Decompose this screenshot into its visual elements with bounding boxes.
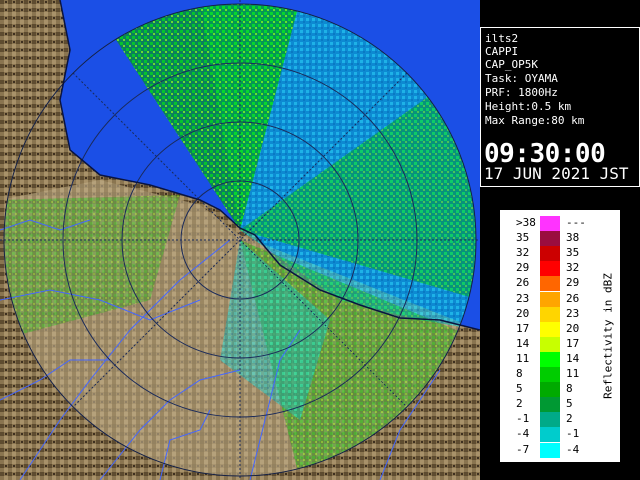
- legend-swatch: [540, 367, 560, 382]
- legend-high-label: -4: [566, 442, 580, 456]
- legend-swatch: [540, 231, 560, 247]
- legend-swatch: [540, 216, 560, 231]
- observation-date: 17 JUN 2021 JST: [484, 164, 629, 183]
- legend-high-label: 8: [566, 382, 573, 396]
- legend-high-label: ---: [566, 216, 586, 229]
- legend-high-label: 38: [566, 231, 580, 245]
- legend-high-label: 23: [566, 306, 580, 320]
- product-code: CAP_OP5K: [485, 58, 538, 71]
- legend-high-label: 2: [566, 412, 573, 426]
- legend-low-label: 35: [516, 231, 530, 245]
- legend-swatch: [540, 397, 560, 413]
- legend-low-label: 2: [516, 397, 523, 411]
- legend-high-label: 35: [566, 246, 580, 260]
- legend-low-label: 23: [516, 291, 530, 305]
- legend-swatch: [540, 291, 560, 307]
- product-type: CAPPI: [485, 45, 519, 58]
- legend-swatch: [540, 246, 560, 262]
- legend-low-label: 8: [516, 367, 523, 380]
- legend-swatch: [540, 427, 560, 443]
- legend-low-label: 20: [516, 306, 530, 320]
- legend-high-label: -1: [566, 427, 580, 441]
- legend-low-label: -1: [516, 412, 530, 426]
- legend-low-label: 17: [516, 321, 530, 335]
- legend-swatch: [540, 442, 560, 458]
- legend-high-label: 5: [566, 397, 573, 411]
- legend-swatch: [540, 412, 560, 428]
- task-name: Task: OYAMA: [485, 72, 558, 85]
- site-name: ilts2: [485, 32, 519, 45]
- legend-low-label: 14: [516, 336, 530, 350]
- height-value: Height:0.5 km: [485, 100, 572, 113]
- legend-high-label: 29: [566, 276, 580, 290]
- legend-high-label: 17: [566, 336, 580, 350]
- legend-low-label: 29: [516, 261, 530, 275]
- legend-low-label: 11: [516, 351, 530, 365]
- legend-low-label: 32: [516, 246, 530, 260]
- legend-low-label: 5: [516, 382, 523, 396]
- max-range: Max Range:80 km: [485, 114, 585, 127]
- legend-high-label: 14: [566, 351, 580, 365]
- legend-unit-label: Reflectivity in dBZ: [601, 273, 615, 399]
- legend-low-label: -4: [516, 427, 530, 441]
- legend-swatch: [540, 336, 560, 352]
- legend-swatch: [540, 306, 560, 322]
- radar-display: ilts2 CAPPI CAP_OP5K Task: OYAMA PRF: 18…: [0, 0, 640, 480]
- legend-high-label: 20: [566, 321, 580, 335]
- prf-value: PRF: 1800Hz: [485, 86, 558, 99]
- legend-low-label: -7: [516, 442, 530, 456]
- legend-swatch: [540, 321, 560, 337]
- legend-high-label: 11: [566, 367, 580, 380]
- radar-map[interactable]: [0, 0, 480, 480]
- legend-swatch: [540, 276, 560, 292]
- legend-swatch: [540, 261, 560, 277]
- legend-low-label: >38: [516, 216, 536, 229]
- info-panel: ilts2 CAPPI CAP_OP5K Task: OYAMA PRF: 18…: [480, 27, 640, 187]
- legend-high-label: 26: [566, 291, 580, 305]
- legend-low-label: 26: [516, 276, 530, 290]
- legend-high-label: 32: [566, 261, 580, 275]
- legend-swatch: [540, 351, 560, 367]
- legend-swatch: [540, 382, 560, 398]
